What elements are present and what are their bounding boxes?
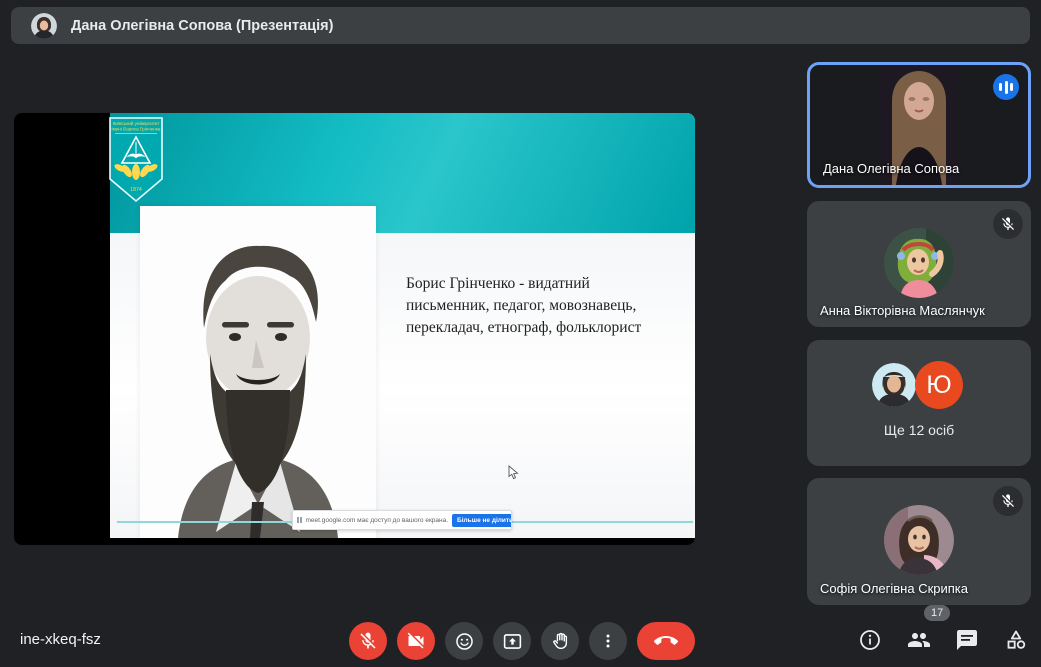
participant-tile-overflow[interactable]: Ю Ще 12 осіб [807, 340, 1031, 466]
meeting-code: ine-xkeq-fsz [20, 631, 101, 648]
presenter-avatar [31, 13, 57, 39]
svg-text:Київський університет: Київський університет [113, 120, 161, 126]
chat-button[interactable] [955, 628, 979, 652]
people-button[interactable] [907, 628, 931, 652]
avatar-anna [884, 228, 954, 298]
overflow-avatars: Ю [872, 361, 966, 409]
mic-off-icon [993, 486, 1023, 516]
participant-name: Софія Олегівна Скрипка [820, 581, 968, 596]
present-screen-button[interactable] [493, 622, 531, 660]
participant-name: Анна Вікторівна Маслянчук [820, 303, 985, 318]
mouse-cursor [508, 465, 519, 485]
participant-tile-sofiia[interactable]: Софія Олегівна Скрипка [807, 478, 1031, 605]
shared-slide: Київський університет імені Бориса Грінч… [110, 113, 695, 538]
participant-tile-anna[interactable]: Анна Вікторівна Маслянчук [807, 201, 1031, 327]
participant-count-badge: 17 [924, 605, 950, 621]
share-notice-message: meet.google.com має доступ до вашого екр… [306, 517, 449, 524]
more-participants-label: Ще 12 осіб [807, 422, 1031, 438]
stop-sharing-button: Більше не ділитися [452, 514, 512, 527]
end-call-button[interactable] [637, 622, 695, 660]
presentation-tile[interactable]: Київський університет імені Бориса Грінч… [14, 113, 695, 545]
meet-window: Дана Олегівна Сопова (Презентація) Київс… [0, 0, 1041, 667]
avatar-photo [872, 363, 916, 407]
mic-off-button[interactable] [349, 622, 387, 660]
university-logo: Київський університет імені Бориса Грінч… [108, 116, 164, 204]
portrait-borys-hrinchenko [140, 206, 376, 538]
call-controls [349, 622, 695, 660]
screen-share-notice: meet.google.com має доступ до вашого екр… [292, 510, 512, 530]
presenter-name: Дана Олегівна Сопова (Презентація) [71, 18, 333, 34]
mic-off-icon [993, 209, 1023, 239]
meeting-panel-buttons [858, 628, 1028, 652]
svg-text:імені Бориса Грінченка: імені Бориса Грінченка [112, 127, 161, 132]
participant-name: Дана Олегівна Сопова [823, 161, 959, 176]
activities-button[interactable] [1004, 628, 1028, 652]
presenter-banner[interactable]: Дана Олегівна Сопова (Презентація) [11, 7, 1030, 44]
raise-hand-button[interactable] [541, 622, 579, 660]
participant-tile-dana[interactable]: Дана Олегівна Сопова [807, 62, 1031, 188]
slide-title: Борис Грінченко - видатний письменник, п… [406, 273, 681, 339]
camera-off-button[interactable] [397, 622, 435, 660]
avatar-sofiia [884, 505, 954, 575]
svg-text:1874: 1874 [130, 187, 142, 193]
audio-activity-icon [993, 74, 1019, 100]
avatar-initial: Ю [915, 361, 963, 409]
reactions-button[interactable] [445, 622, 483, 660]
pause-icon [297, 517, 302, 523]
more-options-button[interactable] [589, 622, 627, 660]
info-button[interactable] [858, 628, 882, 652]
